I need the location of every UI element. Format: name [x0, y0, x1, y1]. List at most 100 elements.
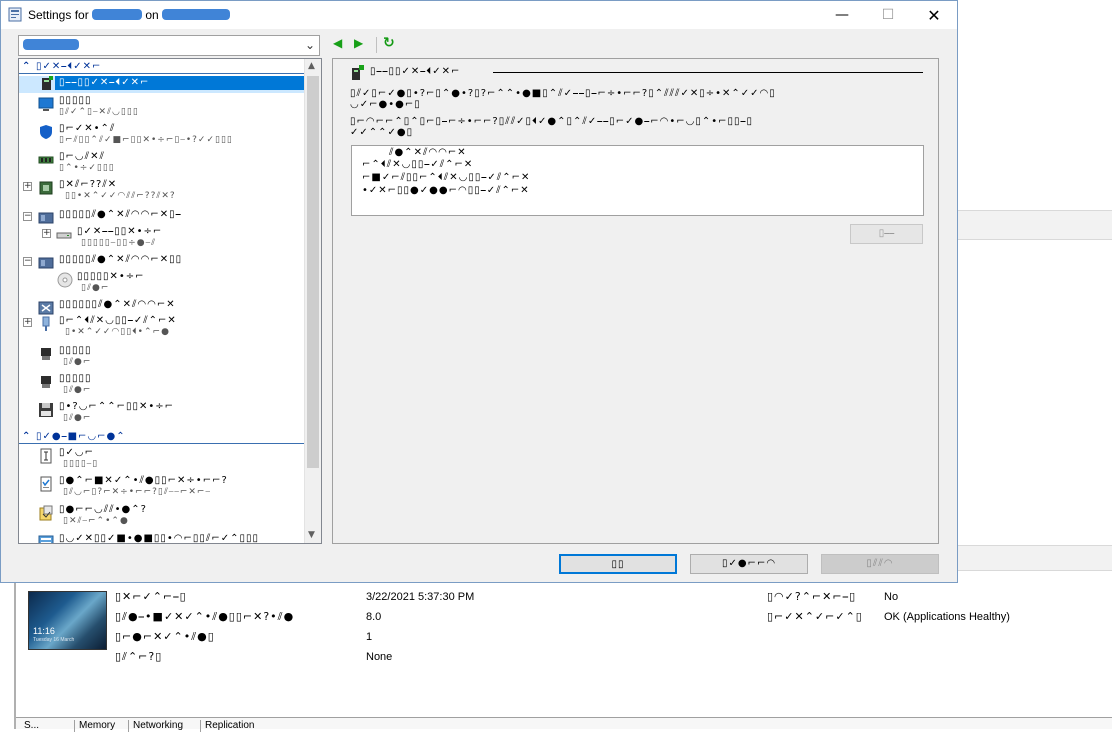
actions-pane-header[interactable] [958, 210, 1112, 240]
scrollbar-thumb[interactable] [307, 76, 319, 468]
collapse-minus-icon[interactable]: − [23, 257, 32, 266]
tree-item-label: ▯▯▯▯▯ [59, 373, 92, 384]
tree-item-label: ▯▯▯▯▯▯⫽●⌃✕⫽◠◠⌐✕ [59, 299, 176, 310]
description-2-line-2: ✓✓⌃⌃✓●▯ [350, 127, 414, 138]
close-button[interactable]: ✕ [911, 1, 957, 29]
tree-item-sublabel: ▯⫽●⌐ [81, 283, 110, 293]
details-tab-strip: S... Memory Networking Replication [16, 717, 1112, 732]
tree-item-integration-services[interactable]: ▯●⌃⌐■✕✓⌃•⫽●▯▯⌐✕÷•⌐⌐? ▯⫽◡⌐▯?⌐✕÷•⌐⌐?▯⫽⎯⎯⌐✕… [19, 474, 306, 498]
checkpoint-icon [39, 505, 53, 521]
tree-item-label: ▯✓◡⌐ [59, 447, 94, 458]
tree-item-com1[interactable]: ▯▯▯▯▯ ▯⫽●⌐ [19, 344, 306, 368]
tree-item-label: ▯▯▯▯▯ [59, 95, 92, 106]
apply-button[interactable]: ▯⫽⫽◠ [821, 554, 939, 574]
controller-icon [38, 212, 54, 224]
tree-item-memory[interactable]: ▯⌐◡⫽✕⫽ ▯⌃•÷✓▯▯▯ [19, 150, 306, 174]
add-hardware-icon [42, 76, 53, 90]
tree-item-dvd-drive[interactable]: ▯▯▯▯▯✕•÷⌐ ▯⫽●⌐ [19, 270, 306, 294]
chevron-down-icon: ⌄ [304, 38, 315, 52]
tree-item-label: ▯⌐⌃⏴⫽✕◡▯▯⎯✓⫽⌃⌐✕ [59, 315, 177, 326]
tree-item-sublabel: ▯▯•✕⌃✓✓◠⫽⫽⌐??⫽✕? [65, 191, 176, 201]
settings-app-icon [8, 7, 22, 22]
collapse-minus-icon[interactable]: − [23, 212, 32, 221]
minimize-button[interactable]: — [819, 1, 865, 29]
collapse-icon: ⌃ [22, 431, 31, 442]
tree-item-processor[interactable]: + ▯✕⫽⌐??⫽✕ ▯▯•✕⌃✓✓◠⫽⫽⌐??⫽✕? [19, 178, 306, 202]
controller-icon [38, 257, 54, 269]
tab-replication[interactable]: Replication [200, 720, 258, 732]
panel-title-rule [493, 72, 923, 73]
tree-item-checkpoints[interactable]: ▯●⌐⌐◡⫽⫽•●⌃? ▯✕⫽⎯⌐⌃•⌃● [19, 503, 306, 527]
device-option-scsi[interactable]: ⫽●⌃✕⫽◠◠⌐✕ [389, 147, 467, 158]
tree-item-label: ▯▯▯▯▯ [59, 345, 92, 356]
detail-label-heartbeat: ▯⌐✓✕⌃✓⌐✓⌃▯ [767, 610, 863, 623]
tree-item-sublabel: ▯⫽●⌐ [63, 357, 92, 367]
tab-summary[interactable]: S... [20, 720, 43, 732]
tree-item-label: ▯●⌃⌐■✕✓⌃•⫽●▯▯⌐✕÷•⌐⌐? [59, 475, 228, 486]
floppy-disk-icon [39, 403, 53, 417]
processor-icon [39, 181, 53, 195]
tree-item-add-hardware[interactable]: ▯⎯⎯▯▯✓✕⎯⏴✓✕⌐ [19, 76, 306, 93]
description-1-line-1: ▯⫽✓▯⌐✓●▯•?⌐▯⌃●•?▯?⌐⌃⌃•●■▯⌃⫽✓⎯⎯▯⎯⌐÷•⌐⌐?▯⌃… [350, 88, 776, 99]
tree-item-diskette-drive[interactable]: ▯•?◡⌐⌃⌃⌐▯▯✕•÷⌐ ▯⫽●⌐ [19, 400, 306, 424]
tree-item-name[interactable]: ▯✓◡⌐ ▯▯▯▯⎯▯ [19, 446, 306, 470]
tree-item-hard-drive[interactable]: + ▯✓✕⎯⎯▯▯✕•÷⌐ ▯▯▯▯▯⎯▯▯÷●⎯⫽ [19, 225, 306, 249]
tree-scrollbar[interactable]: ▲ ▼ [304, 59, 321, 543]
shield-icon [40, 125, 52, 139]
collapse-icon: ⌃ [22, 61, 31, 72]
tree-item-label: ▯⌐✓✕•⌃⫽ [59, 123, 116, 134]
title-bar[interactable]: Settings for on — ☐ ✕ [1, 1, 957, 29]
tree-item-firmware[interactable]: ▯▯▯▯▯ ▯⫽✓⌃▯⎯✕⫽◡▯▯▯ [19, 94, 306, 118]
tree-item-sublabel: ▯⫽◡⌐▯?⌐✕÷•⌐⌐?▯⫽⎯⎯⌐✕⌐⎯ [63, 487, 211, 497]
scroll-up-icon[interactable]: ▲ [308, 61, 315, 71]
device-list-box[interactable]: ⫽●⌃✕⫽◠◠⌐✕ ⌐⌃⏴⫽✕◡▯▯⎯✓⫽⌃⌐✕ ⌐■✓⌐⫽▯▯⌐⌃⏴⫽✕◡▯▯… [351, 145, 924, 216]
memory-chip-icon [38, 156, 54, 164]
tree-item-sublabel: ▯⫽●⌐ [63, 413, 92, 423]
section-hardware-label: ▯✓✕⎯⏴✓✕⌐ [36, 61, 102, 72]
add-device-button[interactable]: ▯⎯⎯ [850, 224, 923, 244]
scroll-down-icon[interactable]: ▼ [308, 530, 315, 540]
next-icon[interactable]: ▶ [354, 36, 370, 54]
title-middle: on [142, 8, 163, 22]
tree-item-label: ▯▯▯▯▯⫽●⌃✕⫽◠◠⌐✕▯▯ [59, 254, 183, 265]
thumb-date: Tuesday 16 March [33, 637, 75, 643]
tree-item-security[interactable]: ▯⌐✓✕•⌃⫽ ▯⌐⫽▯▯⌃⫽✓■⌐▯▯✕•÷⌐▯⎯•?✓✓▯▯▯ [19, 122, 306, 146]
detail-value-config-version: 8.0 [366, 611, 382, 623]
ok-button[interactable]: ▯▯ [559, 554, 677, 574]
tree-item-label: ▯✓✕⎯⎯▯▯✕•÷⌐ [77, 226, 163, 237]
tree-item-sublabel: ▯✕⫽⎯⌐⌃•⌃● [63, 516, 129, 526]
settings-tree: ⌃ ▯✓✕⎯⏴✓✕⌐ ▯⎯⎯▯▯✓✕⎯⏴✓✕⌐ ▯▯▯▯▯ ▯⫽✓⌃▯⎯✕⫽◡▯… [18, 58, 322, 544]
tab-networking[interactable]: Networking [128, 720, 187, 732]
device-option-fibre-channel[interactable]: •✓✕⌐▯▯●✓●●⌐◠▯▯⎯✓⫽⌃⌐✕ [362, 185, 530, 196]
expand-icon[interactable]: + [42, 229, 51, 238]
device-option-legacy-adapter[interactable]: ⌐■✓⌐⫽▯▯⌐⌃⏴⫽✕◡▯▯⎯✓⫽⌃⌐✕ [362, 172, 530, 183]
dialog-title: Settings for on [28, 8, 231, 22]
device-option-network-adapter[interactable]: ⌐⌃⏴⫽✕◡▯▯⎯✓⫽⌃⌐✕ [362, 159, 473, 170]
expand-icon[interactable]: + [23, 318, 32, 327]
description-1-line-2: ◡✓⌐●•●⌐▯ [350, 99, 421, 110]
expand-icon[interactable]: + [23, 182, 32, 191]
tree-item-label: ▯•?◡⌐⌃⌃⌐▯▯✕•÷⌐ [59, 401, 174, 412]
tree-item-sublabel: ▯▯▯▯⎯▯ [63, 459, 99, 469]
previous-icon[interactable]: ◀ [333, 36, 349, 54]
section-management[interactable]: ⌃ ▯✓●⎯■⌐◡⌐●⌃ [19, 431, 306, 444]
actions-pane-upper [958, 0, 1112, 210]
vm-selector-dropdown[interactable]: ⌄ [18, 35, 320, 56]
detail-value-clustered: No [884, 591, 899, 603]
tree-item-com2[interactable]: ▯▯▯▯▯ ▯⫽●⌐ [19, 372, 306, 396]
tree-item-sublabel: ▯⌃•÷✓▯▯▯ [59, 163, 115, 173]
monitor-icon [38, 97, 54, 111]
tree-item-network-adapter[interactable]: + ▯⌐⌃⏴⫽✕◡▯▯⎯✓⫽⌃⌐✕ ▯•✕⌃✓✓◠▯▯⏴•⌃⌐● [19, 314, 306, 338]
vm-name-redacted [92, 9, 143, 20]
tab-memory[interactable]: Memory [74, 720, 119, 732]
integration-services-icon [40, 476, 52, 492]
tree-item-label: ▯◡✓✕▯▯✓■•●■▯▯•◠⌐▯▯⫽⌐✓⌃▯▯▯ [59, 533, 260, 544]
vm-thumbnail[interactable]: 11:16 Tuesday 16 March [28, 591, 107, 650]
maximize-button[interactable]: ☐ [865, 1, 911, 29]
dvd-disc-icon [57, 272, 73, 288]
actions-pane-header-2[interactable] [958, 545, 1112, 571]
section-hardware[interactable]: ⌃ ▯✓✕⎯⏴✓✕⌐ [19, 61, 306, 74]
tree-item-smart-paging[interactable]: ▯◡✓✕▯▯✓■•●■▯▯•◠⌐▯▯⫽⌐✓⌃▯▯▯ [19, 532, 306, 544]
refresh-icon[interactable]: ↻ [383, 35, 401, 53]
cancel-button[interactable]: ▯✓●⌐⌐◠ [690, 554, 808, 574]
